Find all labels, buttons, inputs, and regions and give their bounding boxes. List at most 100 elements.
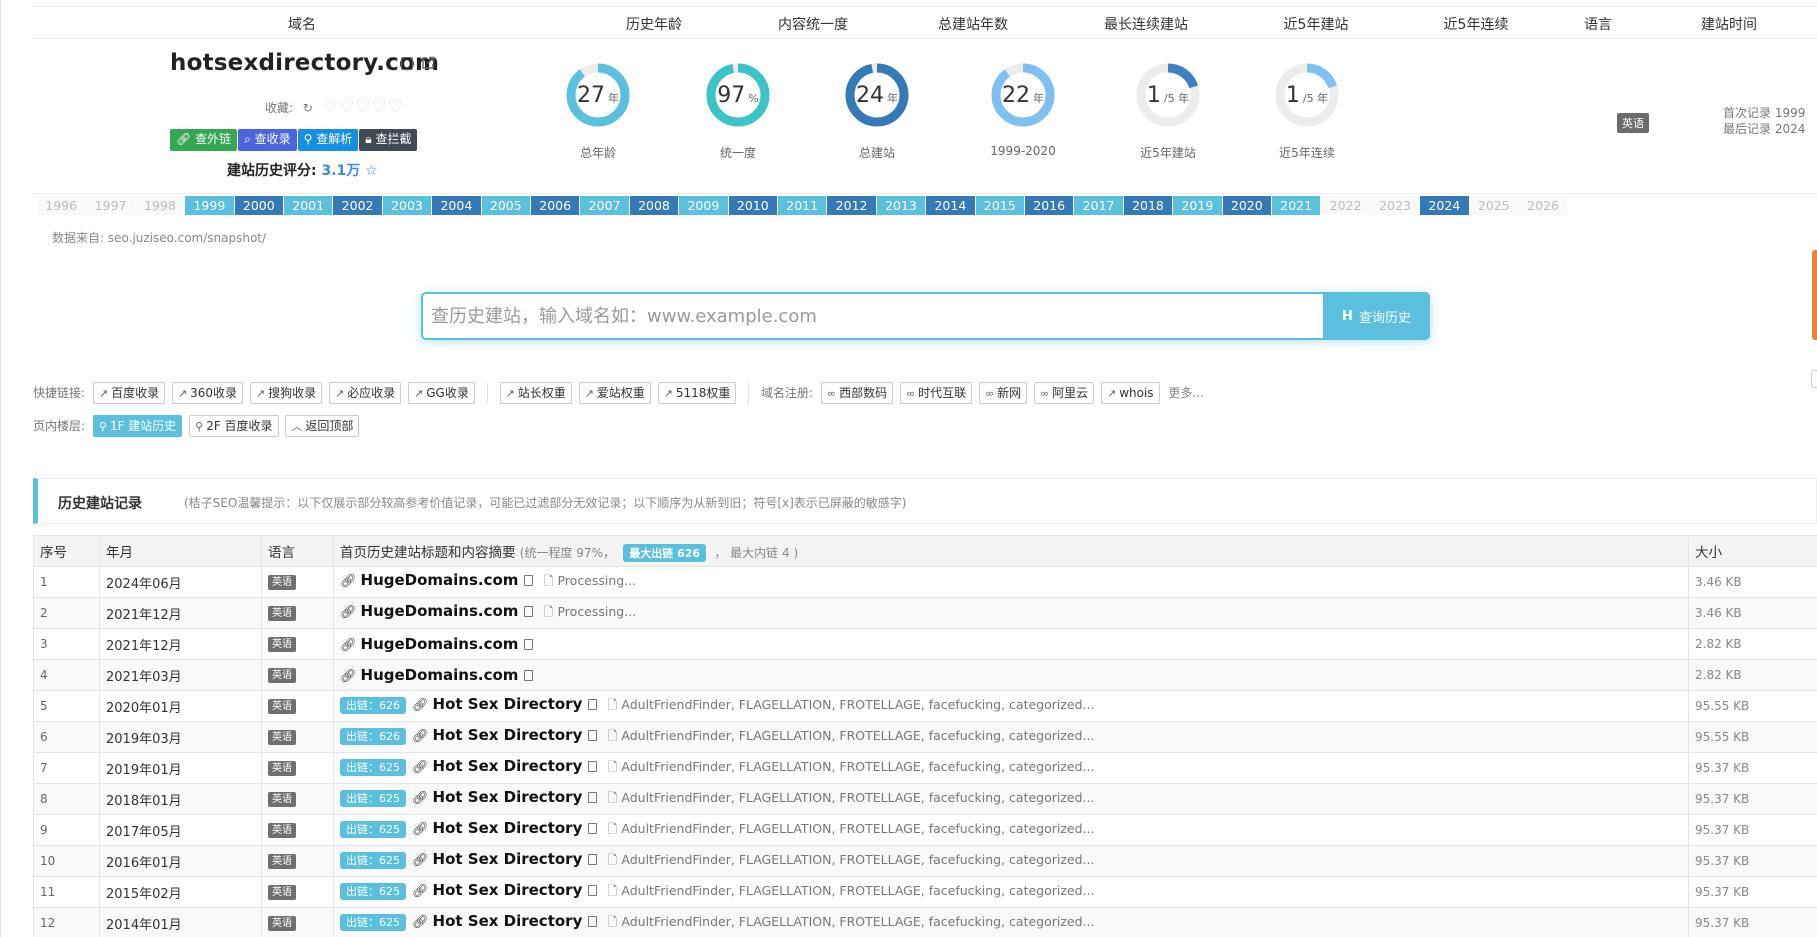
side-widget-tab[interactable]	[1812, 250, 1817, 340]
year-cell-2010[interactable]: 2010	[728, 196, 777, 215]
back-to-top-button[interactable]: ︿ 返回顶部	[285, 415, 360, 437]
copy-icon[interactable]	[524, 575, 534, 586]
year-cell-2001[interactable]: 2001	[284, 196, 333, 215]
year-cell-2006[interactable]: 2006	[531, 196, 580, 215]
check-block-button[interactable]: 🔒︎ 查拦截	[359, 129, 418, 151]
check-index-button[interactable]: ⌕ 查收录	[238, 129, 297, 151]
year-cell-2016[interactable]: 2016	[1025, 196, 1074, 215]
year-cell-2020[interactable]: 2020	[1222, 196, 1271, 215]
copy-icon[interactable]	[524, 670, 534, 681]
quick-link-google-index[interactable]: ↗ GG收录	[408, 382, 475, 404]
link-icon[interactable]: 🔗︎	[412, 915, 429, 930]
check-backlinks-button[interactable]: 🔗︎ 查外链	[170, 129, 238, 151]
search-input[interactable]	[423, 294, 1323, 338]
site-title-link[interactable]: Hot Sex Directory	[433, 788, 583, 806]
copy-icon[interactable]	[588, 761, 598, 772]
copy-icon[interactable]	[588, 885, 598, 896]
content-summary[interactable]: 🗋︎ AdultFriendFinder, FLAGELLATION, FROT…	[607, 852, 1094, 867]
content-summary[interactable]: 🗋︎ Processing...	[543, 604, 636, 619]
quick-link-sogou-index[interactable]: ↗ 搜狗收录	[249, 382, 323, 404]
quick-link-5118-weight[interactable]: ↗ 5118权重	[657, 382, 737, 404]
link-icon[interactable]: 🔗︎	[412, 791, 429, 806]
year-cell-2005[interactable]: 2005	[481, 196, 530, 215]
heart-rating-icon[interactable]: ♡♡♡♡♡	[323, 97, 404, 117]
link-icon[interactable]: 🔗︎	[340, 638, 357, 653]
year-cell-2013[interactable]: 2013	[876, 196, 926, 215]
copy-icon[interactable]	[524, 639, 534, 650]
site-title-link[interactable]: Hot Sex Directory	[433, 819, 583, 837]
quick-link-chinaz-weight[interactable]: ↗ 站长权重	[499, 382, 572, 404]
copy-icon[interactable]	[588, 916, 598, 927]
year-cell-2021[interactable]: 2021	[1272, 196, 1321, 215]
registrar-west[interactable]: ∞ 西部数码	[820, 382, 894, 404]
link-icon[interactable]: 🔗︎	[412, 760, 429, 775]
side-widget-handle[interactable]	[1811, 370, 1817, 388]
whois-link[interactable]: ↗ whois	[1100, 382, 1160, 404]
floor-2-baidu[interactable]: ⚲ 2F 百度收录	[189, 415, 279, 437]
year-cell-2012[interactable]: 2012	[827, 196, 876, 215]
year-cell-2019[interactable]: 2019	[1173, 196, 1222, 215]
content-summary[interactable]: 🗋︎ AdultFriendFinder, FLAGELLATION, FROT…	[607, 728, 1094, 743]
site-title-link[interactable]: HugeDomains.com	[361, 571, 519, 589]
copy-icon[interactable]	[588, 792, 598, 803]
year-cell-2007[interactable]: 2007	[580, 196, 629, 215]
year-cell-2024[interactable]: 2024	[1420, 196, 1469, 215]
year-cell-2018[interactable]: 2018	[1123, 196, 1173, 215]
site-title-link[interactable]: Hot Sex Directory	[433, 881, 583, 899]
copy-icon[interactable]	[588, 730, 598, 741]
content-summary[interactable]: 🗋︎ AdultFriendFinder, FLAGELLATION, FROT…	[607, 914, 1094, 929]
link-icon[interactable]: 🔗︎	[412, 729, 429, 744]
external-link-icon[interactable]	[421, 56, 435, 70]
floor-1-history[interactable]: ⚲ 1F 建站历史	[92, 415, 183, 437]
link-icon[interactable]: 🔗︎	[340, 574, 357, 589]
site-title-link[interactable]: Hot Sex Directory	[433, 695, 583, 713]
content-summary[interactable]: 🗋︎ Processing...	[543, 573, 636, 588]
content-summary[interactable]: 🗋︎ AdultFriendFinder, FLAGELLATION, FROT…	[607, 883, 1094, 898]
quick-link-360-index[interactable]: ↗ 360收录	[171, 382, 244, 404]
quick-link-bing-index[interactable]: ↗ 必应收录	[328, 382, 402, 404]
copy-icon[interactable]	[401, 57, 413, 70]
site-title-link[interactable]: Hot Sex Directory	[433, 850, 583, 868]
copy-icon[interactable]	[588, 854, 598, 865]
content-summary[interactable]: 🗋︎ AdultFriendFinder, FLAGELLATION, FROT…	[607, 759, 1094, 774]
year-cell-2009[interactable]: 2009	[679, 196, 728, 215]
link-icon[interactable]: 🔗︎	[340, 669, 357, 684]
year-cell-2017[interactable]: 2017	[1074, 196, 1123, 215]
year-cell-2000[interactable]: 2000	[234, 196, 283, 215]
more-link[interactable]: 更多...	[1168, 382, 1203, 404]
year-cell-2003[interactable]: 2003	[382, 196, 432, 215]
search-history-button[interactable]: H 查询历史	[1323, 292, 1430, 340]
site-title-link[interactable]: HugeDomains.com	[361, 602, 519, 620]
copy-icon[interactable]	[588, 699, 598, 710]
year-cell-2004[interactable]: 2004	[432, 196, 481, 215]
link-icon[interactable]: 🔗︎	[412, 853, 429, 868]
content-summary[interactable]: 🗋︎ AdultFriendFinder, FLAGELLATION, FROT…	[607, 697, 1094, 712]
star-icon[interactable]: ☆	[365, 163, 378, 179]
site-title-link[interactable]: HugeDomains.com	[361, 666, 519, 684]
registrar-now[interactable]: ∞ 时代互联	[899, 382, 973, 404]
registrar-aliyun[interactable]: ∞ 阿里云	[1033, 382, 1095, 404]
site-title-link[interactable]: HugeDomains.com	[361, 635, 519, 653]
content-summary[interactable]: 🗋︎ AdultFriendFinder, FLAGELLATION, FROT…	[607, 790, 1094, 805]
year-cell-2011[interactable]: 2011	[778, 196, 827, 215]
year-cell-2014[interactable]: 2014	[926, 196, 975, 215]
quick-link-baidu-index[interactable]: ↗ 百度收录	[92, 382, 166, 404]
year-cell-2002[interactable]: 2002	[333, 196, 382, 215]
link-icon[interactable]: 🔗︎	[340, 605, 357, 620]
year-cell-1999[interactable]: 1999	[185, 196, 234, 215]
link-icon[interactable]: 🔗︎	[412, 884, 429, 899]
site-title-link[interactable]: Hot Sex Directory	[433, 757, 583, 775]
year-cell-2008[interactable]: 2008	[629, 196, 679, 215]
link-icon[interactable]: 🔗︎	[412, 822, 429, 837]
content-summary[interactable]: 🗋︎ AdultFriendFinder, FLAGELLATION, FROT…	[607, 821, 1094, 836]
site-title-link[interactable]: Hot Sex Directory	[433, 726, 583, 744]
copy-icon[interactable]	[588, 823, 598, 834]
refresh-icon[interactable]: ↻	[303, 101, 313, 115]
copy-icon[interactable]	[524, 606, 534, 617]
registrar-xinnet[interactable]: ∞ 新网	[978, 382, 1028, 404]
link-icon[interactable]: 🔗︎	[412, 698, 429, 713]
site-title-link[interactable]: Hot Sex Directory	[433, 912, 583, 930]
check-dns-button[interactable]: ⚲ 查解析	[297, 129, 359, 151]
quick-link-aizhan-weight[interactable]: ↗ 爱站权重	[578, 382, 651, 404]
year-cell-2015[interactable]: 2015	[975, 196, 1024, 215]
